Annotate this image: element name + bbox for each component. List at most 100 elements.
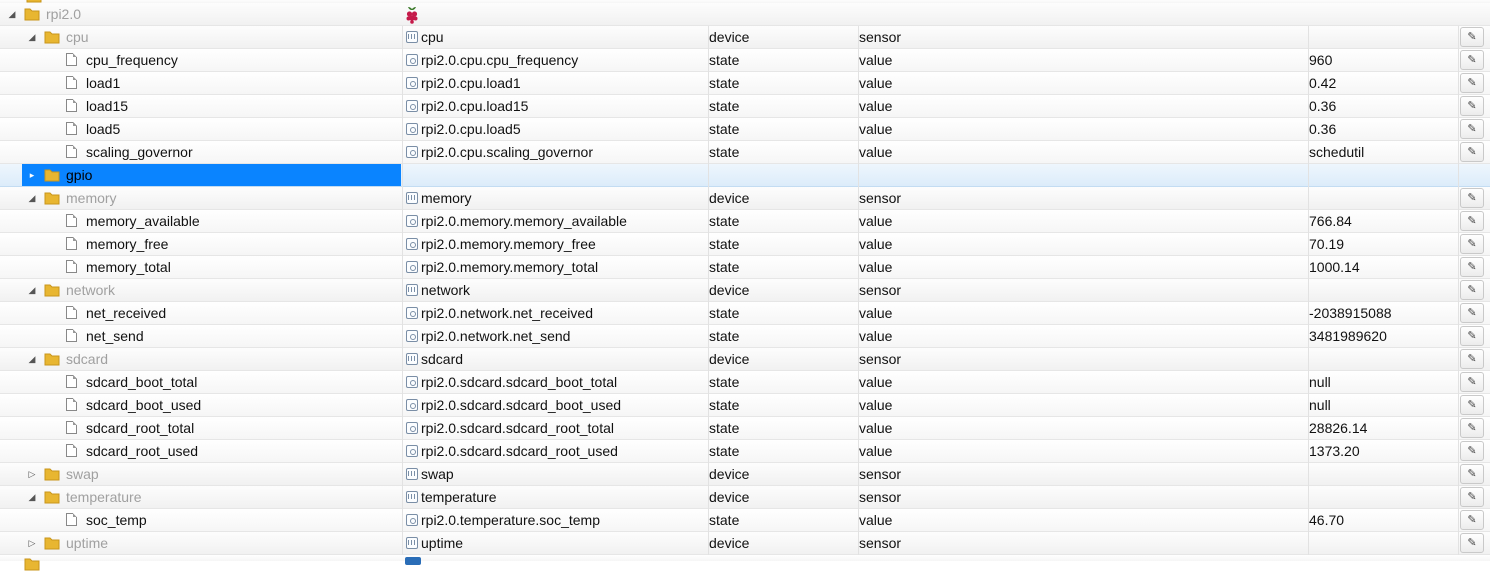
role-cell: sensor [859, 466, 902, 482]
edit-pencil-icon[interactable]: ✎ [1460, 73, 1484, 93]
collapse-arrow-icon[interactable]: ◢ [26, 187, 38, 209]
edit-pencil-icon[interactable]: ✎ [1460, 96, 1484, 116]
object-id-text: rpi2.0.network.net_received [421, 305, 593, 321]
type-cell [709, 164, 857, 186]
tree-row-folder-sdcard[interactable]: ◢ sdcard sdcard device sensor ✎ [0, 348, 1490, 371]
tree-row-folder-network[interactable]: ◢ network network device sensor ✎ [0, 279, 1490, 302]
column-divider [1458, 486, 1459, 509]
tree-row-state-memory-free[interactable]: memory_free rpi2.0.memory.memory_free stat… [0, 233, 1490, 256]
tree-cell: sdcard_boot_used [0, 394, 401, 416]
tree-cell: memory_available [0, 210, 401, 232]
edit-pencil-icon[interactable]: ✎ [1460, 510, 1484, 530]
tree-row-folder-uptime[interactable]: ▷ uptime uptime device sensor ✎ [0, 532, 1490, 555]
object-id-cell: rpi2.0.temperature.soc_temp [403, 509, 708, 531]
column-divider [1458, 463, 1459, 486]
tree-cell: memory_free [0, 233, 401, 255]
edit-pencil-icon[interactable]: ✎ [1460, 464, 1484, 484]
edit-pencil-icon[interactable]: ✎ [1460, 303, 1484, 323]
object-id-text: memory [421, 190, 472, 206]
collapse-arrow-icon[interactable]: ◢ [26, 486, 38, 508]
edit-pencil-icon[interactable]: ✎ [1460, 326, 1484, 346]
edit-pencil-icon[interactable]: ✎ [1460, 349, 1484, 369]
edit-pencil-icon[interactable]: ✎ [1460, 257, 1484, 277]
expand-arrow-icon[interactable]: ▸ [26, 164, 38, 186]
edit-pencil-icon[interactable]: ✎ [1460, 234, 1484, 254]
tree-row-state-scaling-governor[interactable]: scaling_governor rpi2.0.cpu.scaling_gover… [0, 141, 1490, 164]
edit-pencil-icon[interactable]: ✎ [1460, 441, 1484, 461]
edit-pencil-icon[interactable]: ✎ [1460, 119, 1484, 139]
expand-arrow-icon[interactable]: ▷ [26, 463, 38, 485]
object-id-cell: rpi2.0.sdcard.sdcard_boot_used [403, 394, 708, 416]
edit-pencil-icon[interactable]: ✎ [1460, 280, 1484, 300]
tree-row-folder-cpu[interactable]: ◢ cpu cpu device sensor ✎ [0, 26, 1490, 49]
tree-row-state-memory-total[interactable]: memory_total rpi2.0.memory.memory_total st… [0, 256, 1490, 279]
state-icon [406, 100, 418, 113]
tree-cell: ◢ cpu [0, 26, 401, 48]
tree-row-folder-temperature[interactable]: ◢ temperature temperature device sensor ✎ [0, 486, 1490, 509]
column-divider [1458, 118, 1459, 141]
edit-pencil-icon[interactable]: ✎ [1460, 211, 1484, 231]
edit-pencil-icon[interactable]: ✎ [1460, 50, 1484, 70]
column-divider [1458, 256, 1459, 279]
tree-row-root[interactable]: ◢ rpi2.0 [0, 3, 1490, 26]
edit-pencil-icon[interactable]: ✎ [1460, 188, 1484, 208]
object-id-text: uptime [421, 535, 464, 551]
tree-node-name: cpu [66, 29, 89, 45]
expand-arrow-icon[interactable]: ▷ [26, 532, 38, 554]
role-cell: value [859, 397, 893, 413]
tree-row-state-soc-temp[interactable]: soc_temp rpi2.0.temperature.soc_temp state… [0, 509, 1490, 532]
tree-row-state-cpu-frequency[interactable]: cpu_frequency rpi2.0.cpu.cpu_frequency sta… [0, 49, 1490, 72]
tree-row-state-sdcard-root-used[interactable]: sdcard_root_used rpi2.0.sdcard.sdcard_roo… [0, 440, 1490, 463]
type-cell: device [709, 282, 750, 298]
column-divider [1458, 440, 1459, 463]
edit-pencil-icon[interactable]: ✎ [1460, 372, 1484, 392]
object-id-cell: rpi2.0.network.net_received [403, 302, 708, 324]
device-icon [405, 557, 421, 565]
tree-row-state-sdcard-root-total[interactable]: sdcard_root_total rpi2.0.sdcard.sdcard_ro… [0, 417, 1490, 440]
role-cell: value [859, 121, 893, 137]
tree-cell: net_send [0, 325, 401, 347]
tree-row-state-sdcard-boot-used[interactable]: sdcard_boot_used rpi2.0.sdcard.sdcard_boo… [0, 394, 1490, 417]
value-cell [1309, 486, 1457, 508]
tree-cell: ◢ memory [0, 187, 401, 209]
edit-pencil-icon[interactable]: ✎ [1460, 487, 1484, 507]
tree-row-folder-swap[interactable]: ▷ swap swap device sensor ✎ [0, 463, 1490, 486]
edit-pencil-icon[interactable]: ✎ [1460, 395, 1484, 415]
collapse-arrow-icon[interactable]: ◢ [26, 26, 38, 48]
tree-node-name: memory [66, 190, 117, 206]
type-cell: state [709, 213, 740, 229]
collapse-arrow-icon[interactable]: ◢ [6, 3, 18, 25]
tree-row-state-memory-available[interactable]: memory_available rpi2.0.memory.memory_ava… [0, 210, 1490, 233]
file-icon [66, 260, 77, 273]
collapse-arrow-icon[interactable]: ◢ [26, 348, 38, 370]
edit-pencil-icon[interactable]: ✎ [1460, 27, 1484, 47]
file-icon [66, 513, 77, 526]
tree-row-state-load1[interactable]: load1 rpi2.0.cpu.load1 state value 0.42 ✎ [0, 72, 1490, 95]
tree-row-folder-memory[interactable]: ◢ memory memory device sensor ✎ [0, 187, 1490, 210]
state-icon [406, 77, 418, 90]
object-id-cell: rpi2.0.memory.memory_available [403, 210, 708, 232]
file-icon [66, 122, 77, 135]
tree-cell: ◢ network [0, 279, 401, 301]
edit-pencil-icon[interactable]: ✎ [1460, 142, 1484, 162]
device-icon [406, 537, 418, 550]
value-cell [1309, 463, 1457, 485]
edit-pencil-icon[interactable]: ✎ [1460, 533, 1484, 553]
tree-node-name: uptime [66, 535, 109, 551]
state-icon [406, 261, 418, 274]
tree-row-state-net-received[interactable]: net_received rpi2.0.network.net_received s… [0, 302, 1490, 325]
tree-node-name: load1 [86, 75, 121, 91]
tree-row-folder-gpio[interactable]: ▸ gpio [0, 164, 1490, 187]
value-cell: 46.70 [1309, 512, 1345, 528]
file-icon [66, 214, 77, 227]
tree-row-state-load15[interactable]: load15 rpi2.0.cpu.load15 state value 0.36 ✎ [0, 95, 1490, 118]
state-icon [406, 123, 418, 136]
collapse-arrow-icon[interactable]: ◢ [26, 279, 38, 301]
tree-row-state-load5[interactable]: load5 rpi2.0.cpu.load5 state value 0.36 ✎ [0, 118, 1490, 141]
tree-row-state-sdcard-boot-total[interactable]: sdcard_boot_total rpi2.0.sdcard.sdcard_bo… [0, 371, 1490, 394]
edit-pencil-icon[interactable]: ✎ [1460, 418, 1484, 438]
object-id-text: swap [421, 466, 454, 482]
file-icon [66, 444, 77, 457]
tree-node-name: network [66, 282, 116, 298]
tree-row-state-net-send[interactable]: net_send rpi2.0.network.net_send state valu… [0, 325, 1490, 348]
